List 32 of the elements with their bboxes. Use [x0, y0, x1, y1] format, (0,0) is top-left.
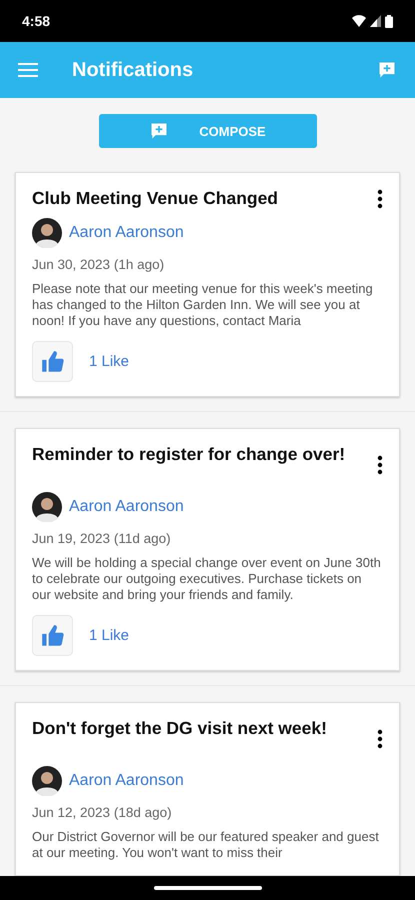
wifi-icon	[352, 15, 366, 27]
post-body: We will be holding a special change over event on June 30th to celebrate our outgoing executives. Purchase tickets on our website and bring your friends and family.	[32, 555, 382, 604]
post-date: Jun 12, 2023 (18d ago)	[32, 805, 173, 820]
compose-icon	[377, 60, 397, 80]
avatar-icon	[32, 766, 62, 796]
avatar-icon	[32, 218, 62, 248]
author-link[interactable]: Aaron Aaronson	[69, 224, 184, 242]
like-count[interactable]: 1 Like	[89, 627, 130, 644]
author-link[interactable]: Aaron Aaronson	[69, 772, 184, 790]
like-button[interactable]	[32, 615, 73, 656]
more-icon[interactable]	[377, 729, 383, 749]
menu-icon[interactable]	[18, 63, 38, 77]
author-link[interactable]: Aaron Aaronson	[69, 498, 184, 516]
thumbs-up-icon	[40, 348, 66, 375]
like-button[interactable]	[32, 341, 73, 382]
post-date: Jun 19, 2023 (11d ago)	[32, 531, 172, 546]
post-date: Jun 30, 2023 (1h ago)	[32, 257, 166, 272]
screen-title: Notifications	[72, 58, 194, 82]
post-title: Club Meeting Venue Changed	[32, 188, 278, 210]
post-title: Don't forget the DG visit next week!	[32, 718, 327, 739]
like-count[interactable]: 1 Like	[89, 353, 130, 370]
more-icon[interactable]	[377, 189, 383, 210]
compose-button[interactable]: COMPOSE	[98, 114, 316, 148]
post-body: Our District Governor will be our featured speaker and guest at our meeting. You won't want to miss their	[32, 829, 380, 861]
status-time: 4:58	[22, 13, 50, 29]
avatar-icon	[32, 492, 62, 522]
post-body: Please note that our meeting venue for this week's meeting has changed to the Hilton Garden Inn. We will see you at noon! If you have any questions, contact Maria	[32, 281, 374, 330]
signal-icon	[370, 15, 381, 27]
post-title: Reminder to register for change over!	[32, 444, 346, 466]
battery-icon	[385, 14, 393, 28]
more-icon[interactable]	[377, 455, 383, 476]
thumbs-up-icon	[40, 622, 66, 649]
